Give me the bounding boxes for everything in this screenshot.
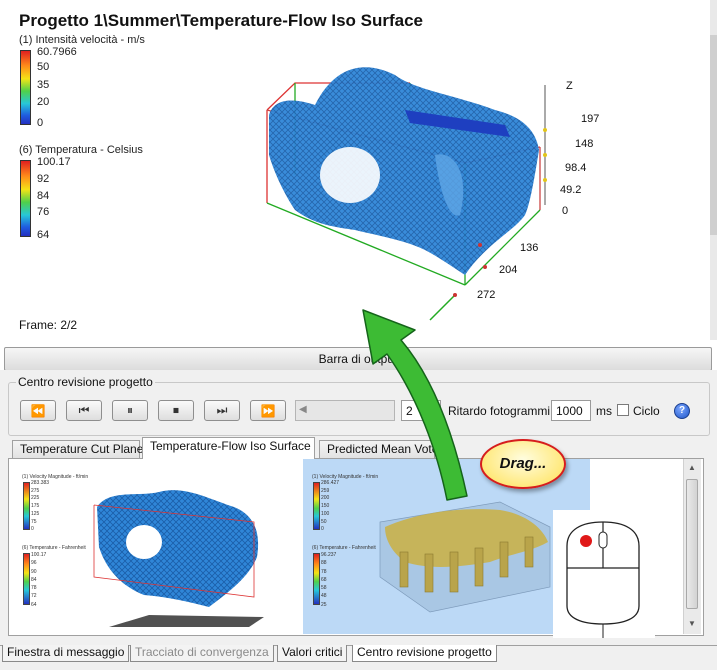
thumb1-ticks1: 283.383 275 225 175 125 75 0 [31, 480, 50, 533]
velocity-tick: 20 [37, 96, 50, 108]
step-back-button[interactable]: ⏮ [66, 400, 102, 421]
temperature-tick: 100.17 [37, 156, 71, 168]
viewport-title: Progetto 1\Summer\Temperature-Flow Iso S… [19, 11, 423, 30]
delay-field[interactable]: 1000 [551, 400, 591, 421]
help-icon[interactable]: ? [674, 403, 690, 419]
temperature-color-bar [20, 160, 31, 237]
x-tick: 204 [499, 264, 518, 276]
drag-arrow-icon [362, 309, 468, 501]
step-forward-icon: ⏭ [216, 403, 228, 417]
velocity-tick: 0 [37, 117, 44, 129]
scroll-down-icon[interactable]: ▼ [688, 619, 696, 628]
z-tick: 0 [562, 205, 569, 217]
thumb2-colorbar2 [313, 553, 320, 605]
temperature-legend-title: (6) Temperatura - Celsius [19, 144, 143, 156]
temperature-tick: 76 [37, 206, 50, 218]
thumb1-colorbar1 [23, 482, 30, 530]
velocity-tick: 60.7966 [37, 46, 77, 58]
thumb1-ticks2: 100.17 96 90 84 78 72 64 [31, 552, 47, 608]
mouse-illustration [553, 510, 655, 638]
velocity-color-bar [20, 50, 31, 125]
tab-tracciato-di-convergenza[interactable]: Tracciato di convergenza [130, 645, 274, 662]
thumb2-ticks1: 286.427 259 200 150 100 50 0 [321, 480, 340, 533]
pause-icon: ⏸ [126, 403, 133, 417]
frame-counter: Frame: 2/2 [19, 318, 78, 332]
fast-forward-button[interactable]: ⏩ [250, 400, 286, 421]
tab-centro-revisione-progetto[interactable]: Centro revisione progetto [352, 645, 497, 662]
tab-temperature-flow-iso-surface[interactable]: Temperature-Flow Iso Surface [142, 437, 315, 459]
delay-unit: ms [596, 404, 612, 418]
thumbnail-1[interactable]: (1) Velocity Magnitude - ft/min 283.383 2… [14, 462, 299, 632]
pause-button[interactable]: ⏸ [112, 400, 148, 421]
z-tick: 197 [581, 113, 600, 125]
thumbnail-scrollbar[interactable]: ▲ ▼ [683, 459, 701, 634]
scrollbar-thumb[interactable] [710, 35, 717, 235]
temperature-tick: 64 [37, 229, 50, 241]
loop-checkbox[interactable] [617, 404, 629, 416]
viewport-scrollbar[interactable] [710, 0, 717, 340]
step-forward-button[interactable]: ⏭ [204, 400, 240, 421]
velocity-legend-title: (1) Intensità velocità - m/s [19, 34, 145, 46]
left-click-indicator [580, 535, 592, 547]
scroll-up-icon[interactable]: ▲ [688, 463, 696, 472]
drag-callout: Drag... [480, 439, 566, 489]
tab-finestra-di-messaggio[interactable]: Finestra di messaggio [2, 645, 130, 662]
z-axis-label: Z [566, 80, 573, 92]
thumb2-ticks2: 96.237 88 78 68 58 48 25 [321, 552, 337, 608]
drag-callout-text: Drag... [499, 455, 547, 472]
step-back-icon: ⏮ [78, 403, 90, 417]
z-tick: 49.2 [560, 184, 582, 196]
fast-forward-icon: ⏩ [260, 403, 276, 418]
stop-button[interactable]: ⏹ [158, 400, 194, 421]
thumb1-colorbar2 [23, 553, 30, 605]
scrollbar-thumb[interactable] [686, 479, 698, 609]
temperature-tick: 92 [37, 173, 50, 185]
stop-icon: ⏹ [172, 403, 179, 417]
temperature-tick: 84 [37, 190, 50, 202]
thumb2-colorbar1 [313, 482, 320, 530]
slider-left-icon: ◀ [299, 404, 307, 415]
x-tick: 136 [520, 242, 539, 254]
velocity-tick: 50 [37, 61, 50, 73]
mesh-surface [269, 67, 539, 275]
tab-valori-critici[interactable]: Valori critici [277, 645, 348, 662]
iso-surface-model[interactable] [255, 55, 585, 330]
rewind-button[interactable]: ⏪ [20, 400, 56, 421]
review-group-title: Centro revisione progetto [16, 375, 155, 389]
rewind-icon: ⏪ [30, 403, 46, 418]
z-tick: 98.4 [565, 162, 587, 174]
tab-temperature-cut-plane[interactable]: Temperature Cut Plane [12, 440, 143, 458]
loop-label: Ciclo [633, 404, 660, 418]
z-tick: 148 [575, 138, 594, 150]
thumb1-model-preview [93, 490, 264, 627]
velocity-tick: 35 [37, 79, 50, 91]
